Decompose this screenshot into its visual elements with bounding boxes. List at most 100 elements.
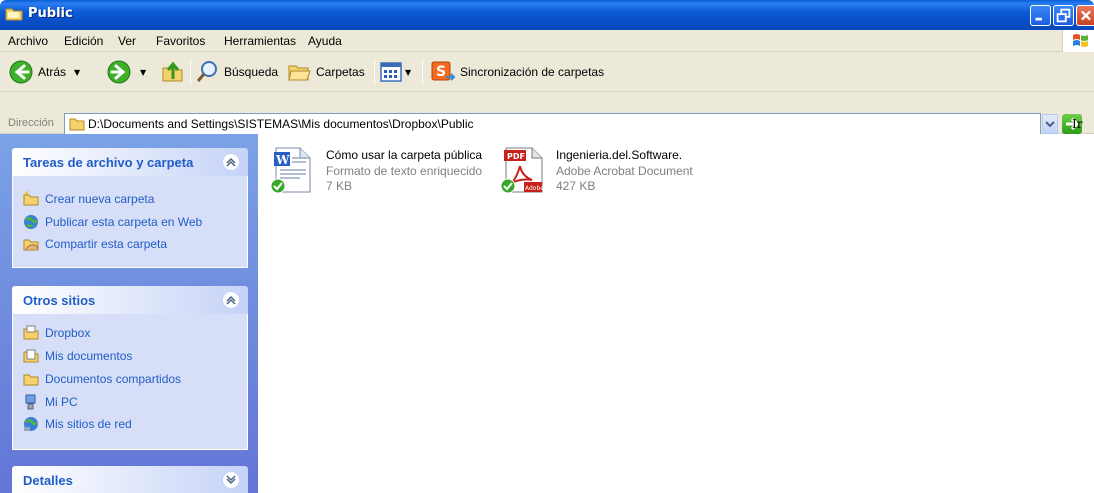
file-type: Formato de texto enriquecido <box>326 164 483 178</box>
chevron-down-icon <box>1045 121 1055 128</box>
network-places-icon <box>24 417 38 431</box>
views-dropdown-icon[interactable]: ▼ <box>405 68 411 77</box>
share-folder-icon <box>23 239 39 251</box>
task-share-folder[interactable]: Compartir esta carpeta <box>23 235 167 253</box>
my-documents-icon <box>23 349 39 363</box>
menu-herramientas[interactable]: Herramientas <box>224 34 296 48</box>
details-panel: Detalles <box>12 466 248 493</box>
place-shared-documents[interactable]: Documentos compartidos <box>23 370 181 388</box>
place-label: Mis sitios de red <box>45 417 132 431</box>
folder-sync-icon: S <box>431 61 456 81</box>
place-network[interactable]: Mis sitios de red <box>23 415 132 433</box>
go-label[interactable]: Ir <box>1072 117 1082 131</box>
task-create-folder[interactable]: Crear nueva carpeta <box>23 190 154 208</box>
task-pane: Tareas de archivo y carpeta Crear nueva … <box>0 134 258 493</box>
search-label: Búsqueda <box>224 65 279 79</box>
menu-archivo[interactable]: Archivo <box>8 34 48 48</box>
panel-header[interactable]: Detalles <box>12 466 248 493</box>
file-type: Adobe Acrobat Document <box>556 164 693 178</box>
panel-title: Otros sitios <box>23 293 96 308</box>
new-folder-icon <box>23 191 39 206</box>
place-label: Documentos compartidos <box>45 372 182 386</box>
place-my-computer[interactable]: Mi PC <box>23 393 78 411</box>
close-icon <box>1081 10 1091 21</box>
address-label: Dirección <box>8 117 54 129</box>
panel-body: Crear nueva carpeta Publicar esta carpet… <box>12 176 248 268</box>
expand-button[interactable] <box>222 471 240 489</box>
toolbar-separator <box>422 60 423 84</box>
other-places-panel: Otros sitios Dropbox Mis documentos Docu… <box>12 286 248 450</box>
dropbox-folder-icon <box>23 325 39 340</box>
folder-icon <box>69 118 85 131</box>
windows-logo <box>1062 30 1094 52</box>
folder-sync-label: Sincronización de carpetas <box>460 65 605 79</box>
title-bar[interactable]: Public <box>0 0 1094 30</box>
word-document-icon: W <box>270 147 311 194</box>
folder-sync-button[interactable]: S Sincronización de carpetas <box>430 52 604 92</box>
svg-text:W: W <box>275 153 290 167</box>
pdf-document-icon: PDF Adobe <box>500 147 544 194</box>
menu-ver[interactable]: Ver <box>118 34 136 48</box>
chevron-down-icon <box>226 475 236 485</box>
folder-icon <box>5 8 23 21</box>
file-name: Ingenieria.del.Software. <box>556 148 683 162</box>
my-computer-icon <box>25 394 36 410</box>
search-button[interactable]: Búsqueda <box>194 52 278 92</box>
chevron-up-icon <box>226 157 236 167</box>
forward-button[interactable]: ▼ <box>106 52 146 92</box>
window-title: Public <box>28 6 73 21</box>
task-publish-web[interactable]: Publicar esta carpeta en Web <box>23 213 202 231</box>
search-icon <box>196 61 217 82</box>
close-button[interactable] <box>1076 5 1094 26</box>
place-label: Mis documentos <box>45 349 133 363</box>
folders-button[interactable]: Carpetas <box>286 52 365 92</box>
place-dropbox[interactable]: Dropbox <box>23 324 90 342</box>
chevron-up-icon <box>226 295 236 305</box>
menu-favoritos[interactable]: Favoritos <box>156 34 205 48</box>
views-icon <box>380 62 402 82</box>
toolbar: Atrás ▼ ▼ Búsqueda Carpetas ▼ S Sincroni… <box>0 52 1094 92</box>
address-value[interactable]: D:\Documents and Settings\SISTEMAS\Mis d… <box>88 117 474 131</box>
forward-dropdown-icon[interactable]: ▼ <box>140 68 146 77</box>
panel-header[interactable]: Tareas de archivo y carpeta <box>12 148 248 176</box>
restore-button[interactable] <box>1053 5 1074 26</box>
views-button[interactable]: ▼ <box>380 52 411 92</box>
panel-title: Detalles <box>23 473 73 488</box>
panel-title: Tareas de archivo y carpeta <box>23 155 194 170</box>
back-label: Atrás <box>38 65 67 79</box>
back-arrow-icon <box>9 60 33 84</box>
back-dropdown-icon[interactable]: ▼ <box>74 68 80 77</box>
task-label: Crear nueva carpeta <box>45 192 155 206</box>
shared-documents-icon <box>23 374 39 386</box>
file-view[interactable]: W Cómo usar la carpeta pública Formato d… <box>258 134 1094 493</box>
menu-edicion[interactable]: Edición <box>64 34 103 48</box>
file-name: Cómo usar la carpeta pública <box>326 148 483 162</box>
windows-flag-icon <box>1073 34 1088 47</box>
back-button[interactable]: Atrás ▼ <box>8 52 80 92</box>
place-label: Dropbox <box>45 326 91 340</box>
minimize-icon <box>1035 17 1042 21</box>
file-size: 7 KB <box>326 179 353 193</box>
panel-header[interactable]: Otros sitios <box>12 286 248 314</box>
toolbar-separator <box>190 60 191 84</box>
address-dropdown-button[interactable] <box>1042 114 1058 134</box>
toolbar-separator <box>374 60 375 84</box>
collapse-button[interactable] <box>222 291 240 309</box>
up-folder-button[interactable] <box>160 52 186 92</box>
folders-icon <box>288 65 311 81</box>
up-folder-icon <box>162 61 183 82</box>
forward-arrow-icon <box>107 60 131 84</box>
collapse-button[interactable] <box>222 153 240 171</box>
task-label: Compartir esta carpeta <box>45 237 168 251</box>
svg-text:S: S <box>436 64 446 80</box>
address-field[interactable]: D:\Documents and Settings\SISTEMAS\Mis d… <box>64 113 1041 135</box>
file-tasks-panel: Tareas de archivo y carpeta Crear nueva … <box>12 148 248 268</box>
place-label: Mi PC <box>45 395 78 409</box>
place-my-documents[interactable]: Mis documentos <box>23 347 132 365</box>
minimize-button[interactable] <box>1030 5 1051 26</box>
web-publish-icon <box>24 215 38 229</box>
restore-icon <box>1056 8 1071 23</box>
folders-label: Carpetas <box>316 65 365 79</box>
task-label: Publicar esta carpeta en Web <box>45 215 203 229</box>
menu-ayuda[interactable]: Ayuda <box>308 34 342 48</box>
